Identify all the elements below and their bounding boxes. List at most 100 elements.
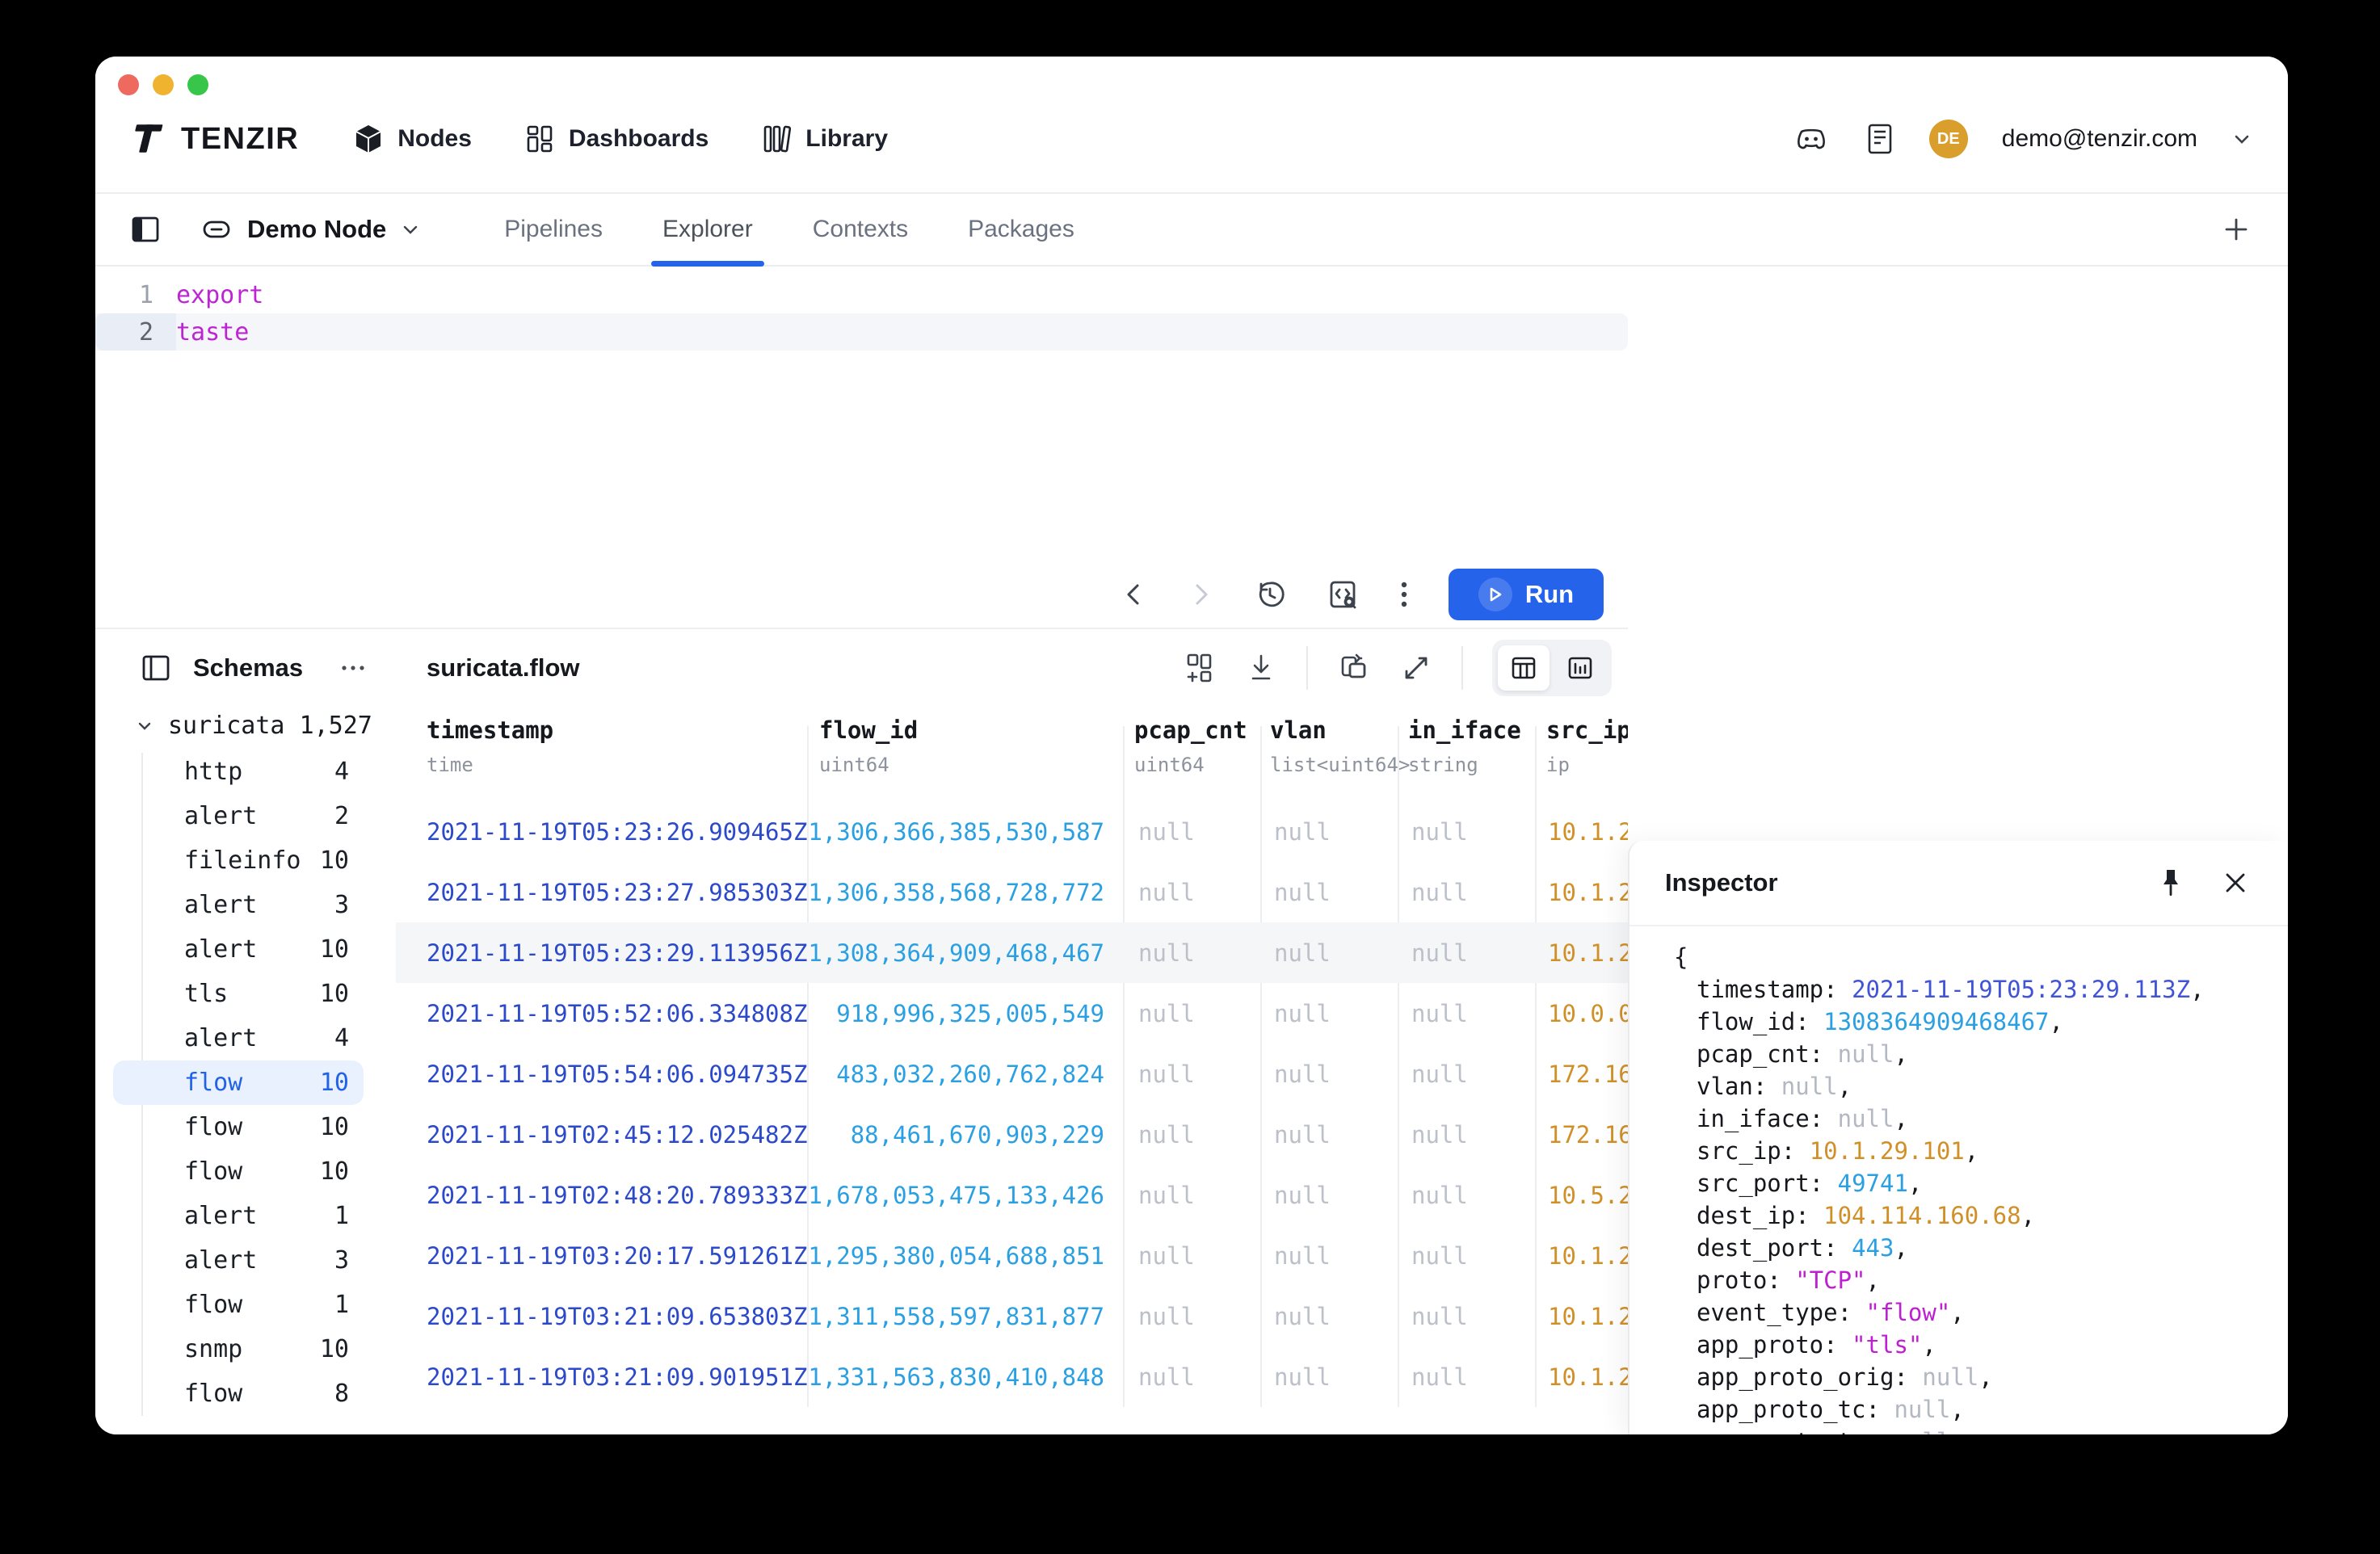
divider	[1461, 646, 1463, 690]
tab-contexts[interactable]: Contexts	[813, 194, 908, 265]
tab-explorer[interactable]: Explorer	[662, 194, 753, 265]
back-icon[interactable]	[1121, 581, 1148, 608]
kebab-menu-icon[interactable]	[1398, 578, 1410, 611]
schema-item[interactable]: flow 10	[95, 1149, 396, 1194]
schema-item[interactable]: flow 8	[95, 1371, 396, 1416]
table-row[interactable]: 2021-11-19T03:21:09.901951Z1,331,563,830…	[396, 1346, 1628, 1407]
chevron-down-icon[interactable]	[2231, 128, 2252, 149]
cell-pcap_cnt: null	[1138, 1242, 1195, 1270]
minimize-window-button[interactable]	[153, 74, 174, 95]
schema-item-count: 10	[320, 935, 349, 964]
close-icon[interactable]	[2222, 869, 2249, 897]
nav-item-library[interactable]: Library	[762, 124, 888, 154]
download-icon[interactable]	[1245, 652, 1277, 684]
schema-item-name: alert	[184, 1024, 257, 1052]
avatar[interactable]: DE	[1929, 120, 1968, 158]
inspector-line: vlan: null,	[1674, 1070, 2288, 1102]
cell-pcap_cnt: null	[1138, 879, 1195, 906]
schema-item-name: alert	[184, 935, 257, 964]
inspector-line: app_proto_tc: null,	[1674, 1393, 2288, 1426]
table-row[interactable]: 2021-11-19T02:45:12.025482Z88,461,670,90…	[396, 1104, 1628, 1165]
column-header-pcap-cnt[interactable]: pcap_cntuint64	[1134, 716, 1247, 776]
tenzir-logo-icon	[129, 120, 166, 158]
code-search-icon[interactable]	[1326, 578, 1360, 611]
view-toggle	[1492, 640, 1612, 696]
tab-pipelines[interactable]: Pipelines	[504, 194, 603, 265]
cell-vlan: null	[1274, 1363, 1331, 1391]
schema-item[interactable]: snmp 10	[95, 1327, 396, 1371]
nav-item-dashboards[interactable]: Dashboards	[525, 124, 709, 154]
schema-item-name: flow	[184, 1291, 242, 1319]
column-header-flow-id[interactable]: flow_iduint64	[819, 716, 918, 776]
column-header-vlan[interactable]: vlanlist<uint64>	[1270, 716, 1410, 776]
schema-item[interactable]: fileinfo 10	[95, 838, 396, 883]
cell-flow_id: 1,306,366,385,530,587	[807, 818, 1104, 846]
history-icon[interactable]	[1253, 578, 1287, 611]
table-view-button[interactable]	[1498, 645, 1550, 691]
schema-item[interactable]: flow 10	[95, 1105, 396, 1149]
schema-item[interactable]: alert 3	[95, 1238, 396, 1283]
forward-icon[interactable]	[1187, 581, 1214, 608]
schema-item[interactable]: alert 3	[95, 883, 396, 927]
copy-pipeline-icon[interactable]	[1337, 651, 1371, 685]
results-table: suricata.flow	[396, 629, 1628, 1434]
panel-toggle-icon[interactable]	[140, 652, 172, 684]
nav-items: Nodes Dashboards Library	[352, 123, 888, 155]
tab-packages[interactable]: Packages	[968, 194, 1074, 265]
docs-icon[interactable]	[1863, 121, 1895, 157]
column-header-timestamp[interactable]: timestamptime	[427, 716, 553, 776]
schema-item-name: flow	[184, 1069, 242, 1097]
table-rows: 2021-11-19T05:23:26.909465Z1,306,366,385…	[396, 801, 1628, 1407]
schema-item[interactable]: http 4	[95, 750, 396, 794]
schema-root[interactable]: suricata 1,527	[95, 712, 396, 740]
cell-in_iface: null	[1411, 1303, 1468, 1330]
ellipsis-icon[interactable]	[339, 663, 367, 673]
nav-item-nodes[interactable]: Nodes	[352, 123, 472, 155]
cell-pcap_cnt: null	[1138, 1000, 1195, 1027]
schema-item[interactable]: tls 10	[95, 972, 396, 1016]
schema-item-count: 1	[334, 1291, 349, 1319]
schema-item[interactable]: alert 2	[95, 794, 396, 838]
table-row[interactable]: 2021-11-19T05:54:06.094735Z483,032,260,7…	[396, 1044, 1628, 1104]
zoom-window-button[interactable]	[187, 74, 208, 95]
add-to-dashboard-icon[interactable]	[1184, 652, 1216, 684]
column-header-in-iface[interactable]: in_ifacestring	[1408, 716, 1521, 776]
schema-item[interactable]: alert 10	[95, 927, 396, 972]
pin-icon[interactable]	[2160, 867, 2181, 899]
table-row[interactable]: 2021-11-19T03:20:17.591261Z1,295,380,054…	[396, 1225, 1628, 1286]
inspector-header: Inspector	[1629, 841, 2288, 925]
schemas-panel: Schemas suricata 1,527 http 4 alert 2 fi…	[95, 629, 396, 1434]
add-tab-button[interactable]	[2220, 213, 2252, 246]
table-row[interactable]: 2021-11-19T05:23:26.909465Z1,306,366,385…	[396, 801, 1628, 862]
schema-item-count: 4	[334, 758, 349, 786]
schema-item[interactable]: flow 10	[113, 1060, 364, 1105]
run-button[interactable]: Run	[1449, 569, 1604, 620]
play-icon	[1478, 578, 1512, 611]
expand-icon[interactable]	[1400, 652, 1432, 684]
nav-label: Nodes	[397, 125, 472, 153]
brand-logo[interactable]: TENZIR	[129, 120, 299, 158]
cell-vlan: null	[1274, 1303, 1331, 1330]
cell-src_ip: 10.1.2	[1548, 1363, 1628, 1391]
table-row[interactable]: 2021-11-19T05:23:27.985303Z1,306,358,568…	[396, 862, 1628, 922]
column-header-src-ip[interactable]: src_ipip	[1546, 716, 1628, 776]
node-picker[interactable]: Demo Node	[200, 213, 420, 246]
discord-icon[interactable]	[1793, 121, 1829, 157]
line-number: 2	[95, 313, 176, 351]
sidebar-toggle-icon[interactable]	[129, 213, 162, 246]
chart-view-button[interactable]	[1554, 645, 1606, 691]
schema-item[interactable]: flow 1	[95, 1283, 396, 1327]
pipeline-editor[interactable]: 1 export 2 taste	[95, 268, 1628, 567]
close-window-button[interactable]	[118, 74, 139, 95]
table-row[interactable]: 2021-11-19T03:21:09.653803Z1,311,558,597…	[396, 1286, 1628, 1346]
inspector-line: app_proto_ts: null,	[1674, 1426, 2288, 1434]
schema-item[interactable]: alert 4	[95, 1016, 396, 1060]
schema-item[interactable]: alert 1	[95, 1194, 396, 1238]
cell-vlan: null	[1274, 939, 1331, 967]
schema-item-name: http	[184, 758, 242, 786]
table-row[interactable]: 2021-11-19T02:48:20.789333Z1,678,053,475…	[396, 1165, 1628, 1225]
cell-pcap_cnt: null	[1138, 1182, 1195, 1209]
table-row[interactable]: 2021-11-19T05:52:06.334808Z918,996,325,0…	[396, 983, 1628, 1044]
schema-item-name: alert	[184, 1246, 257, 1275]
table-row[interactable]: 2021-11-19T05:23:29.113956Z1,308,364,909…	[396, 922, 1628, 983]
